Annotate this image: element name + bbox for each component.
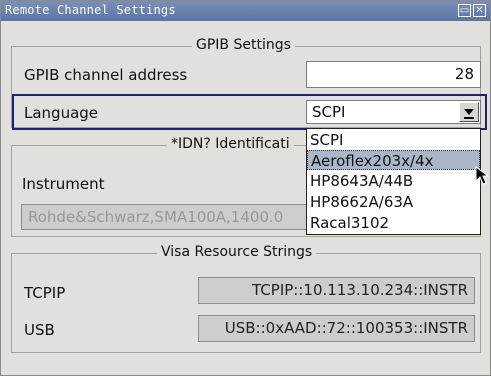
usb-field[interactable]: USB::0xAAD::72::100353::INSTR — [198, 315, 475, 342]
instrument-label: Instrument — [22, 175, 105, 193]
window-title: Remote Channel Settings — [5, 3, 176, 17]
gpib-channel-address-value: 28 — [454, 65, 474, 83]
tcpip-value: TCPIP::10.113.10.234::INSTR — [252, 281, 468, 299]
instrument-field[interactable]: Rohde&Schwarz,SMA100A,1400.0 — [21, 204, 321, 230]
instrument-value: Rohde&Schwarz,SMA100A,1400.0 — [28, 208, 284, 226]
language-selected-value: SCPI — [312, 103, 346, 121]
chevron-down-icon — [464, 109, 474, 115]
language-option-racal3102[interactable]: Racal3102 — [307, 213, 480, 233]
tcpip-label: TCPIP — [24, 284, 66, 302]
usb-label: USB — [24, 321, 55, 339]
remote-channel-settings-dialog: Remote Channel Settings ▭ ✕ GPIB Setting… — [0, 0, 491, 376]
gpib-settings-legend: GPIB Settings — [192, 37, 295, 53]
usb-value: USB::0xAAD::72::100353::INSTR — [224, 319, 468, 337]
idn-identification-legend: *IDN? Identificati — [167, 136, 294, 152]
language-option-scpi[interactable]: SCPI — [307, 130, 480, 150]
language-option-aeroflex[interactable]: Aeroflex203x/4x — [307, 150, 480, 170]
language-option-hp8662a[interactable]: HP8662A/63A — [307, 192, 480, 212]
language-dropdown-list[interactable]: SCPI Aeroflex203x/4x HP8643A/44B HP8662A… — [306, 128, 481, 235]
visa-resource-strings-legend: Visa Resource Strings — [157, 244, 317, 260]
gpib-channel-address-field[interactable]: 28 — [306, 61, 481, 88]
language-label: Language — [24, 104, 99, 122]
restore-icon[interactable]: ▭ — [458, 4, 471, 17]
dropdown-button[interactable] — [459, 102, 479, 122]
gpib-channel-address-label: GPIB channel address — [24, 66, 188, 84]
close-icon[interactable]: ✕ — [473, 4, 486, 17]
language-option-hp8643a[interactable]: HP8643A/44B — [307, 171, 480, 191]
title-bar[interactable]: Remote Channel Settings ▭ ✕ — [1, 1, 490, 21]
language-select[interactable]: SCPI — [306, 100, 481, 124]
mouse-cursor-icon — [475, 166, 489, 185]
tcpip-field[interactable]: TCPIP::10.113.10.234::INSTR — [198, 277, 475, 304]
